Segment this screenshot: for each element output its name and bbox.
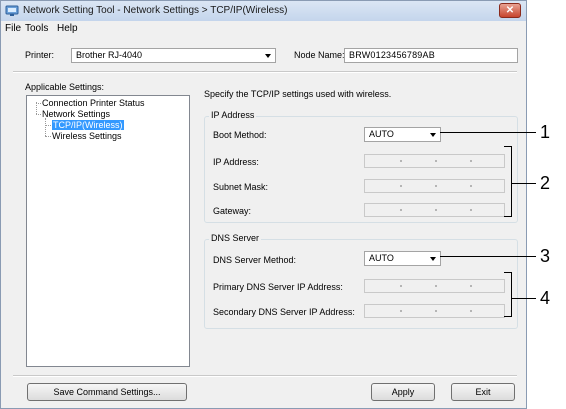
callout-line-3: [440, 256, 536, 257]
close-icon: ✕: [505, 5, 515, 16]
tree-line: [45, 125, 51, 126]
node-name-field[interactable]: BRW0123456789AB: [344, 48, 518, 63]
menu-bar: File Tools Help: [1, 21, 526, 37]
menu-help[interactable]: Help: [57, 23, 78, 34]
settings-tree[interactable]: Connection Printer Status Network Settin…: [26, 95, 190, 367]
callout-number-3: 3: [540, 246, 551, 266]
tree-item-connection-printer-status[interactable]: Connection Printer Status: [42, 98, 145, 108]
tree-item-tcpip-wireless[interactable]: TCP/IP(Wireless): [52, 120, 124, 130]
tree-item-wireless-settings[interactable]: Wireless Settings: [52, 131, 122, 141]
subnet-mask-label: Subnet Mask:: [213, 182, 269, 192]
tree-line: [45, 118, 46, 136]
exit-button[interactable]: Exit: [451, 383, 515, 401]
chevron-down-icon: [430, 257, 436, 261]
dns-server-group-title: DNS Server: [209, 233, 262, 243]
callout-number-4: 4: [540, 288, 551, 308]
callout-number-2: 2: [540, 173, 551, 193]
callout-number-1: 1: [540, 122, 551, 142]
chevron-down-icon: [265, 54, 271, 58]
dns-server-method-label: DNS Server Method:: [213, 255, 297, 265]
menu-file[interactable]: File: [5, 23, 21, 34]
separator-bottom: [13, 375, 517, 377]
ip-address-field[interactable]: [364, 154, 505, 168]
callout-line-2: [511, 183, 536, 184]
description-text: Specify the TCP/IP settings used with wi…: [204, 89, 392, 99]
callout-bracket-4: [511, 272, 512, 317]
boot-method-value: AUTO: [369, 129, 394, 139]
dns-server-method-value: AUTO: [369, 253, 394, 263]
callout-bracket-4: [504, 316, 512, 317]
network-setting-window: Network Setting Tool - Network Settings …: [0, 0, 527, 409]
printer-label: Printer:: [25, 50, 55, 60]
primary-dns-label: Primary DNS Server IP Address:: [213, 282, 343, 292]
callout-bracket-2: [504, 216, 512, 217]
node-name-label: Node Name:: [294, 50, 345, 60]
tree-line: [36, 114, 41, 115]
apply-button[interactable]: Apply: [371, 383, 435, 401]
gateway-field[interactable]: [364, 203, 505, 217]
tree-item-network-settings[interactable]: Network Settings: [42, 109, 110, 119]
ip-address-group-title: IP Address: [209, 110, 257, 120]
secondary-dns-field[interactable]: [364, 304, 505, 318]
close-button[interactable]: ✕: [499, 3, 521, 18]
boot-method-select[interactable]: AUTO: [364, 127, 441, 142]
node-name-value: BRW0123456789AB: [349, 50, 435, 60]
primary-dns-field[interactable]: [364, 279, 505, 293]
tree-line: [45, 136, 51, 137]
network-app-icon: [5, 5, 19, 16]
secondary-dns-label: Secondary DNS Server IP Address:: [213, 307, 355, 317]
tree-line: [36, 103, 41, 104]
callout-line-1: [440, 132, 536, 133]
ip-address-label: IP Address:: [213, 157, 259, 167]
dns-server-method-select[interactable]: AUTO: [364, 251, 441, 266]
window-title: Network Setting Tool - Network Settings …: [23, 5, 288, 16]
printer-value: Brother RJ-4040: [76, 50, 143, 60]
save-command-settings-button[interactable]: Save Command Settings...: [27, 383, 187, 401]
title-bar: Network Setting Tool - Network Settings …: [1, 1, 526, 22]
chevron-down-icon: [430, 133, 436, 137]
gateway-label: Gateway:: [213, 206, 252, 216]
printer-select[interactable]: Brother RJ-4040: [71, 48, 276, 63]
applicable-settings-label: Applicable Settings:: [25, 82, 105, 92]
boot-method-label: Boot Method:: [213, 130, 267, 140]
separator-top: [13, 71, 517, 73]
subnet-mask-field[interactable]: [364, 179, 505, 193]
menu-tools[interactable]: Tools: [25, 23, 48, 34]
callout-line-4: [511, 298, 536, 299]
callout-bracket-2: [511, 146, 512, 217]
